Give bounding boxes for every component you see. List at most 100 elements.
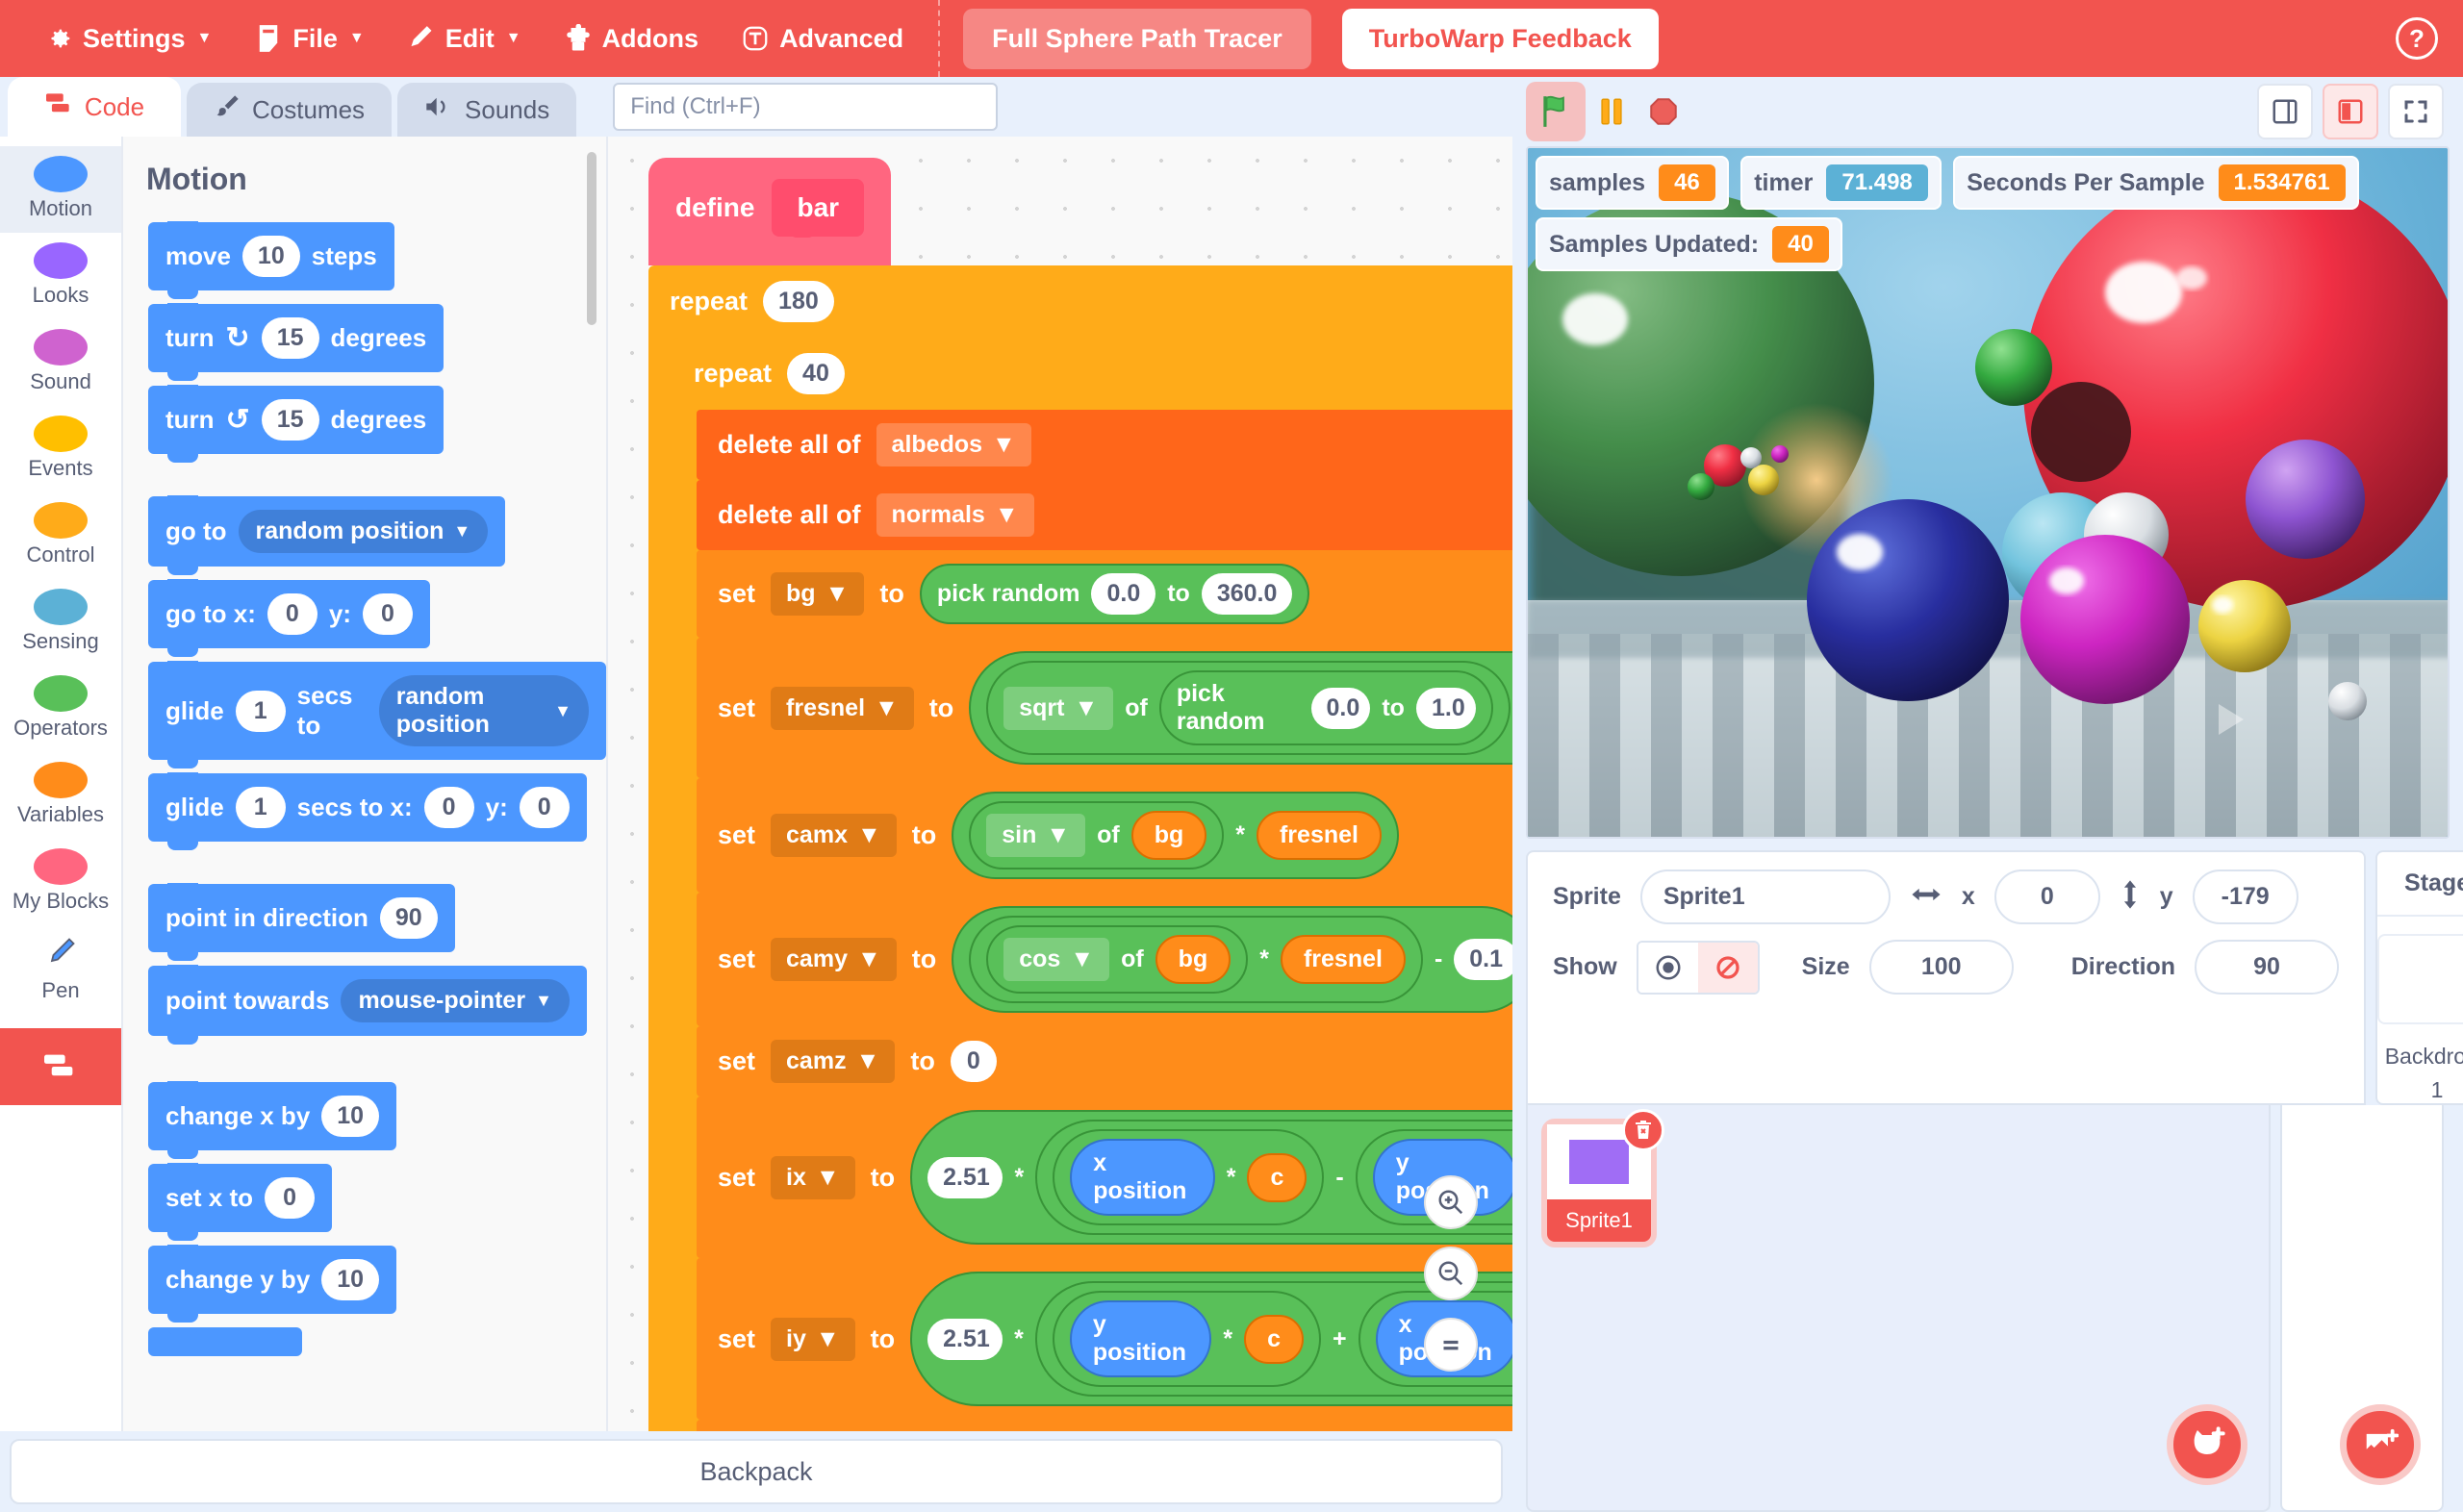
set-camx-block[interactable]: set camx ▼ to sin ▼ of bg * fresnel — [697, 778, 1512, 893]
set-camz-block[interactable]: set camz ▼ to 0 — [697, 1026, 1512, 1096]
show-off-button[interactable] — [1697, 942, 1758, 993]
fullscreen-button[interactable] — [2388, 84, 2444, 139]
pick-random-from[interactable]: 0.0 — [1310, 687, 1371, 729]
multiply-block[interactable]: sin ▼ of bg * fresnel — [952, 792, 1399, 879]
pick-random-to[interactable]: 360.0 — [1201, 573, 1293, 615]
palette-block-set-x-to[interactable]: set x to 0 — [123, 1150, 606, 1241]
category-pen[interactable]: Pen — [0, 925, 121, 1015]
repeat-outer-input[interactable]: 180 — [763, 281, 834, 322]
camz-value-input[interactable]: 0 — [950, 1041, 997, 1082]
multiply-block[interactable]: sqrt ▼ of pick random 0.0 to 1.0 — [969, 651, 1512, 765]
variable-bg[interactable]: bg — [1155, 935, 1232, 984]
palette-block-point-towards[interactable]: point towards mouse-pointer ▼ — [123, 952, 606, 1045]
repeat-inner-block[interactable]: repeat 40 delete all of albedos ▼ delete… — [673, 338, 1512, 1431]
menu-item-file[interactable]: File ▼ — [233, 0, 385, 77]
category-variables[interactable]: Variables — [0, 752, 121, 839]
variable-c[interactable]: c — [1244, 1314, 1305, 1364]
list-dropdown-albedos[interactable]: albedos ▼ — [876, 423, 1031, 466]
palette-scrollbar[interactable] — [587, 152, 597, 325]
category-sound[interactable]: Sound — [0, 319, 121, 406]
add-extension-button[interactable] — [0, 1028, 121, 1105]
block-input[interactable]: 10 — [321, 1096, 380, 1137]
block-input[interactable]: 15 — [261, 399, 319, 441]
subtract-block[interactable]: cos ▼ of bg * fresnel - 0.1 — [952, 906, 1512, 1013]
block-input[interactable]: 0 — [363, 593, 413, 635]
block-dropdown[interactable]: mouse-pointer ▼ — [341, 979, 570, 1022]
monitor-samples[interactable]: samples 46 — [1536, 156, 1729, 210]
variable-dropdown-camy[interactable]: camy ▼ — [771, 938, 897, 981]
delete-all-albedos-block[interactable]: delete all of albedos ▼ — [697, 410, 1512, 480]
tab-code[interactable]: Code — [8, 77, 181, 137]
zoom-out-button[interactable] — [1424, 1247, 1478, 1300]
palette-block-change-x-by[interactable]: change x by 10 — [123, 1036, 606, 1159]
variable-c[interactable]: c — [1247, 1152, 1308, 1202]
delete-sprite-button[interactable] — [1622, 1109, 1664, 1151]
add-backdrop-button[interactable] — [2340, 1404, 2421, 1485]
palette-block-move-steps[interactable]: move 10 steps — [123, 197, 606, 299]
script-stack[interactable]: define bar repeat 180 repeat 40 delete a… — [648, 158, 1512, 1431]
menu-item-edit[interactable]: Edit ▼ — [386, 0, 543, 77]
iy-term-1[interactable]: y position * c — [1052, 1291, 1322, 1387]
small-stage-layout-button[interactable] — [2257, 84, 2313, 139]
set-fresnel-block[interactable]: set fresnel ▼ to sqrt ▼ of pick random 0… — [697, 638, 1512, 778]
stage-canvas[interactable]: samples 46 timer 71.498 Seconds Per Samp… — [1526, 146, 2450, 839]
ix-constant[interactable]: 2.51 — [927, 1156, 1003, 1198]
set-iz-block[interactable]: set iz ▼ to 5.2 — [697, 1420, 1512, 1431]
palette-block-point-in-direction[interactable]: point in direction 90 — [123, 842, 606, 961]
mathop-dropdown-sqrt[interactable]: sqrt ▼ — [1003, 686, 1114, 730]
tab-sounds[interactable]: Sounds — [397, 83, 577, 137]
multiply-block[interactable]: cos ▼ of bg * fresnel — [969, 916, 1423, 1003]
block-dropdown[interactable]: random position ▼ — [378, 675, 589, 746]
menu-item-addons[interactable]: Addons — [543, 0, 721, 77]
block-input[interactable]: 0 — [267, 593, 317, 635]
variable-dropdown-bg[interactable]: bg ▼ — [771, 572, 865, 616]
block-input[interactable]: 1 — [235, 690, 286, 732]
define-hat-block[interactable]: define bar — [648, 158, 892, 265]
y-position-reporter[interactable]: y position — [1069, 1300, 1212, 1377]
sprite-tile-sprite1[interactable]: Sprite1 — [1541, 1109, 1664, 1247]
stop-button[interactable] — [1638, 86, 1689, 138]
iy-expression-block[interactable]: 2.51 * y position * c + x — [910, 1272, 1512, 1406]
custom-block-prototype[interactable]: bar — [772, 179, 865, 238]
category-my-blocks[interactable]: My Blocks — [0, 839, 121, 925]
zoom-in-button[interactable] — [1424, 1175, 1478, 1229]
pick-random-from[interactable]: 0.0 — [1091, 573, 1156, 615]
tab-costumes[interactable]: Costumes — [187, 83, 393, 137]
pause-button[interactable] — [1586, 86, 1638, 138]
block-input[interactable]: 0 — [423, 787, 474, 828]
help-button[interactable]: ? — [2396, 17, 2438, 60]
sprite-name-input[interactable] — [1639, 869, 1891, 924]
delete-all-normals-block[interactable]: delete all of normals ▼ — [697, 480, 1512, 550]
palette-block-go-to[interactable]: go to random position ▼ — [123, 454, 606, 575]
ix-expression-block[interactable]: 2.51 * x position * c - y — [910, 1110, 1512, 1245]
mathop-dropdown-cos[interactable]: cos ▼ — [1003, 938, 1110, 981]
block-input[interactable]: 1 — [235, 787, 286, 828]
block-palette[interactable]: Motion move 10 steps turn ↻ 15 degrees t… — [123, 137, 608, 1431]
green-flag-button[interactable] — [1526, 82, 1586, 141]
block-input[interactable]: 90 — [379, 897, 438, 939]
category-sensing[interactable]: Sensing — [0, 579, 121, 666]
palette-block-glide-to-xy[interactable]: glide 1 secs to x: 0 y: 0 — [123, 760, 606, 850]
monitor-timer[interactable]: timer 71.498 — [1740, 156, 1942, 210]
block-input[interactable]: 10 — [321, 1259, 380, 1300]
variable-bg[interactable]: bg — [1130, 811, 1207, 860]
subtract-operand[interactable]: 0.1 — [1454, 939, 1512, 980]
x-input[interactable] — [1993, 869, 2100, 924]
stage-selector-card[interactable]: Stage Backdrops 1 — [2375, 850, 2463, 1105]
size-input[interactable] — [1868, 940, 2014, 995]
palette-block-turn-right[interactable]: turn ↻ 15 degrees — [123, 290, 606, 381]
block-input[interactable]: 10 — [241, 236, 300, 277]
palette-block-go-to-xy[interactable]: go to x: 0 y: 0 — [123, 567, 606, 657]
direction-input[interactable] — [2195, 940, 2340, 995]
variable-dropdown-iy[interactable]: iy ▼ — [771, 1317, 855, 1361]
monitor-samples-updated[interactable]: Samples Updated: 40 — [1536, 217, 1842, 271]
mathop-dropdown-sin[interactable]: sin ▼ — [986, 814, 1086, 857]
sprite-list[interactable]: Sprite1 — [1526, 1105, 2271, 1512]
set-bg-block[interactable]: set bg ▼ to pick random 0.0 to 360.0 — [697, 550, 1512, 638]
palette-block-partial[interactable] — [123, 1314, 606, 1361]
project-title[interactable]: Full Sphere Path Tracer — [963, 8, 1311, 69]
pick-random-to[interactable]: 1.0 — [1415, 687, 1476, 729]
category-looks[interactable]: Looks — [0, 233, 121, 319]
turbowarp-feedback-button[interactable]: TurboWarp Feedback — [1341, 8, 1659, 69]
palette-block-glide-to[interactable]: glide 1 secs to random position ▼ — [123, 648, 606, 769]
